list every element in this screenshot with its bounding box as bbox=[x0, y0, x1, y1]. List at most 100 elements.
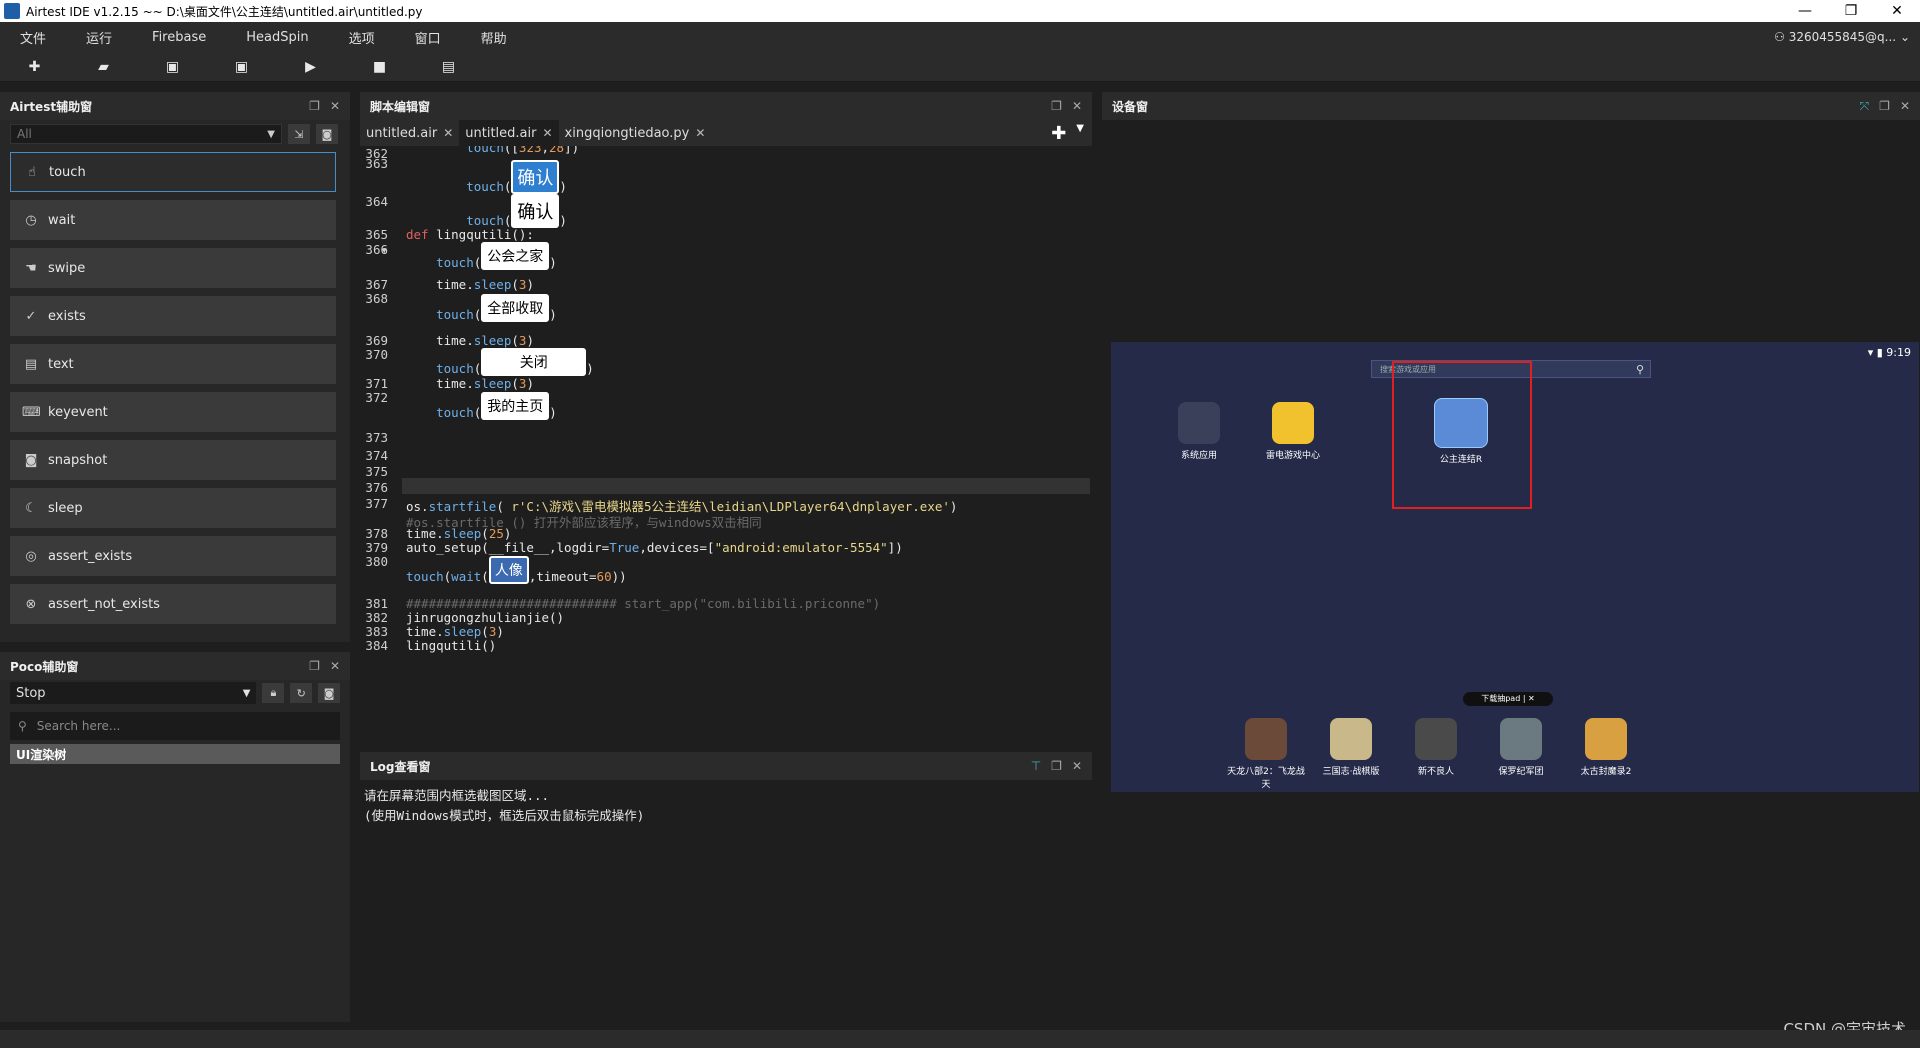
camera-icon[interactable]: ◙ bbox=[316, 124, 338, 144]
user-icon: ⚇ bbox=[1774, 30, 1789, 44]
poco-mode-select[interactable]: Stop ▼ bbox=[10, 682, 257, 704]
tree-label: UI渲染树 bbox=[16, 747, 67, 762]
api-label: snapshot bbox=[48, 452, 108, 468]
menu-file[interactable]: 文件 bbox=[0, 28, 66, 47]
log-line: 请在屏幕范围内框选截图区域... bbox=[364, 788, 550, 803]
tab-label: xingqiongtiedao.py bbox=[564, 125, 690, 141]
float-icon[interactable]: ❐ bbox=[309, 99, 320, 113]
tab-label: untitled.air bbox=[465, 125, 537, 141]
log-output: 请在屏幕范围内框选截图区域... (使用Windows模式时，框选后双击鼠标完成… bbox=[360, 780, 1092, 832]
api-exists-button[interactable]: ✓ exists bbox=[10, 296, 336, 336]
fit-screen-icon[interactable]: ⤧ bbox=[1860, 99, 1870, 114]
import-icon[interactable]: ⇲ bbox=[288, 124, 310, 144]
panel-header: 脚本编辑窗 ❐ ✕ bbox=[360, 92, 1092, 120]
close-icon[interactable]: ✕ bbox=[695, 126, 705, 140]
poco-search-input[interactable]: ⚲ Search here... bbox=[10, 712, 340, 740]
filter-icon[interactable]: ⊤ bbox=[1031, 759, 1041, 773]
api-label: touch bbox=[49, 164, 86, 180]
app-label: 太古封魔录2 bbox=[1580, 767, 1632, 777]
script-editor-panel: 脚本编辑窗 ❐ ✕ untitled.air ✕ untitled.air ✕ xin… bbox=[360, 92, 1092, 742]
float-icon[interactable]: ❐ bbox=[309, 659, 320, 673]
app-bottom-2[interactable]: 三国志·战棋版 bbox=[1311, 718, 1391, 777]
tab-untitled-2[interactable]: untitled.air ✕ bbox=[459, 120, 559, 146]
menu-window[interactable]: 窗口 bbox=[395, 28, 461, 47]
api-filter-select[interactable]: All ▼ bbox=[10, 124, 282, 144]
menu-help[interactable]: 帮助 bbox=[461, 28, 527, 47]
api-label: exists bbox=[48, 308, 86, 324]
add-icon[interactable]: ✚ bbox=[1051, 123, 1066, 144]
chevron-down-icon: ▼ bbox=[242, 687, 251, 699]
app-bottom-5[interactable]: 太古封魔录2 bbox=[1566, 718, 1646, 777]
editor-tabs: untitled.air ✕ untitled.air ✕ xingqiongtie… bbox=[360, 120, 1092, 146]
app-bottom-3[interactable]: 新不良人 bbox=[1396, 718, 1476, 777]
app-game-center[interactable]: 雷电游戏中心 bbox=[1253, 402, 1333, 461]
api-snapshot-button[interactable]: ◙ snapshot bbox=[10, 440, 336, 480]
lock-icon[interactable]: 🔒︎ bbox=[262, 683, 285, 703]
float-icon[interactable]: ❐ bbox=[1051, 759, 1062, 773]
api-assert-not-exists-button[interactable]: ⊗ assert_not_exists bbox=[10, 584, 336, 624]
restore-icon[interactable]: ❐ bbox=[1828, 3, 1874, 19]
swipe-icon: ☚ bbox=[25, 260, 37, 276]
api-wait-button[interactable]: ◷ wait bbox=[10, 200, 336, 240]
chevron-down-icon[interactable]: ▼ bbox=[1076, 123, 1084, 144]
panel-title: 脚本编辑窗 bbox=[370, 99, 431, 114]
api-touch-button[interactable]: ☝ touch bbox=[10, 152, 336, 192]
record-icon[interactable]: ◙ bbox=[318, 683, 341, 703]
app-label: 保罗纪军团 bbox=[1498, 767, 1544, 777]
status-bar bbox=[0, 1030, 1920, 1048]
play-icon[interactable]: ▶ bbox=[276, 59, 345, 75]
app-system[interactable]: 系统应用 bbox=[1159, 402, 1239, 461]
screenshot-thumbnail: 全部收取 bbox=[481, 294, 550, 322]
device-screen[interactable]: ▾ ▮ 9:19 搜索游戏或应用 ⚲ 系统应用 雷电游戏中心 公主连结R 下载抽… bbox=[1111, 342, 1919, 792]
close-icon[interactable]: ✕ bbox=[443, 126, 453, 140]
close-icon[interactable]: ✕ bbox=[1072, 99, 1082, 113]
api-text-button[interactable]: ▤ text bbox=[10, 344, 336, 384]
poco-mode-value: Stop bbox=[16, 685, 46, 701]
panel-header: Poco辅助窗 ❐ ✕ bbox=[0, 652, 350, 680]
close-icon[interactable]: ✕ bbox=[1072, 759, 1082, 773]
screenshot-thumbnail: 公会之家 bbox=[481, 242, 550, 270]
api-label: assert_not_exists bbox=[48, 596, 160, 612]
api-assert-exists-button[interactable]: ◎ assert_exists bbox=[10, 536, 336, 576]
selection-rectangle bbox=[1392, 361, 1532, 509]
clock: 9:19 bbox=[1886, 346, 1911, 359]
code-area[interactable]: 362 touch([323,28]) 363 touch(确认) 364 to… bbox=[360, 146, 1092, 742]
float-icon[interactable]: ❐ bbox=[1879, 99, 1890, 114]
menu-run[interactable]: 运行 bbox=[66, 28, 132, 47]
app-bottom-4[interactable]: 保罗纪军团 bbox=[1481, 718, 1561, 777]
api-sleep-button[interactable]: ☾ sleep bbox=[10, 488, 336, 528]
menu-options[interactable]: 选项 bbox=[329, 28, 395, 47]
target-icon: ◎ bbox=[25, 548, 37, 564]
tab-xingqiongtiedao[interactable]: xingqiongtiedao.py ✕ bbox=[559, 120, 712, 146]
float-icon[interactable]: ❐ bbox=[1051, 99, 1062, 113]
close-icon[interactable]: ✕ bbox=[1874, 3, 1920, 19]
refresh-icon[interactable]: ↻ bbox=[290, 683, 313, 703]
close-icon[interactable]: ✕ bbox=[1900, 99, 1910, 114]
stop-icon[interactable]: ■ bbox=[345, 59, 414, 75]
close-icon[interactable]: ✕ bbox=[330, 659, 340, 673]
open-folder-icon[interactable]: ▰ bbox=[69, 59, 138, 75]
api-keyevent-button[interactable]: ⌨ keyevent bbox=[10, 392, 336, 432]
menu-headspin[interactable]: HeadSpin bbox=[226, 30, 328, 45]
account-menu[interactable]: ⚇ 3260455845@q... ⌄ bbox=[1774, 30, 1910, 44]
panel-header: Log查看窗 ⊤ ❐ ✕ bbox=[360, 752, 1092, 780]
menu-firebase[interactable]: Firebase bbox=[132, 30, 226, 45]
close-icon[interactable]: ✕ bbox=[330, 99, 340, 113]
ui-render-tree[interactable]: UI渲染树 bbox=[10, 744, 340, 764]
download-pad-chip[interactable]: 下载抽pad | ✕ bbox=[1463, 692, 1553, 706]
minimize-icon[interactable]: — bbox=[1782, 3, 1828, 19]
tab-untitled-1[interactable]: untitled.air ✕ bbox=[360, 120, 459, 146]
close-icon[interactable]: ✕ bbox=[542, 126, 552, 140]
log-viewer-panel: Log查看窗 ⊤ ❐ ✕ 请在屏幕范围内框选截图区域... (使用Windows模式… bbox=[360, 752, 1092, 1022]
log-icon[interactable]: ▤ bbox=[414, 59, 483, 75]
save-as-icon[interactable]: ▣ bbox=[207, 59, 276, 75]
device-panel: 设备窗 ⤧ ❐ ✕ ▾ ▮ 9:19 搜索游戏或应用 ⚲ 系统应用 雷电游戏中心 公… bbox=[1102, 92, 1920, 1022]
app-label: 雷电游戏中心 bbox=[1265, 451, 1320, 461]
new-script-icon[interactable]: ✚ bbox=[0, 59, 69, 75]
save-icon[interactable]: ▣ bbox=[138, 59, 207, 75]
api-label: assert_exists bbox=[48, 548, 133, 564]
app-label: 新不良人 bbox=[1417, 767, 1454, 777]
app-icon bbox=[1585, 718, 1627, 760]
api-swipe-button[interactable]: ☚ swipe bbox=[10, 248, 336, 288]
app-bottom-1[interactable]: 天龙八部2：飞龙战天 bbox=[1226, 718, 1306, 790]
